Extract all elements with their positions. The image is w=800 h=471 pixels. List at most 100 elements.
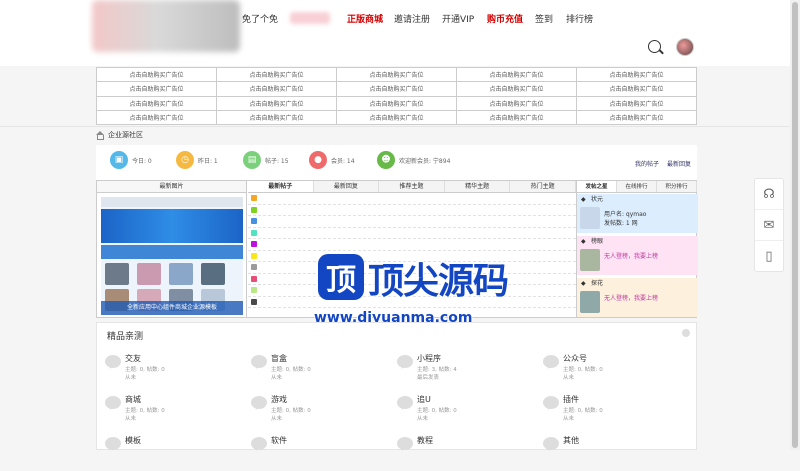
my-posts-link[interactable]: 我的帖子 [635,161,659,168]
post-row[interactable] [248,193,576,205]
headset-icon[interactable]: ☊ [755,179,783,210]
post-row[interactable] [248,216,576,228]
category-name[interactable]: 小程序 [417,353,441,364]
breadcrumb-current[interactable]: 企业源社区 [108,130,143,140]
scrollbar[interactable] [790,0,800,450]
category-name[interactable]: 盲盒 [271,353,287,364]
nav-item-shop[interactable]: 正版商城 [347,12,383,25]
ad-slot[interactable]: 点击自助购买广告位 [217,68,337,83]
chat-bubble-icon [397,355,413,368]
mobile-icon[interactable]: ▯ [755,241,783,272]
nav-item-recharge[interactable]: 购币充值 [487,12,523,25]
stat-welcome-text[interactable]: 欢迎新会员: 宁894 [399,156,450,165]
post-row[interactable] [248,228,576,239]
chat-bubble-icon [543,437,559,450]
category-name[interactable]: 游戏 [271,394,287,405]
category-name[interactable]: 其他 [563,435,579,446]
tab-post-star[interactable]: 发帖之星 [577,181,617,192]
category-name[interactable]: 教程 [417,435,433,446]
category-item[interactable]: 追U 主题: 0, 帖数: 0 从未 [397,394,537,430]
category-item[interactable]: 软件 [251,435,391,471]
ad-slot[interactable]: 点击自助购买广告位 [97,96,217,111]
ad-slot[interactable]: 点击自助购买广告位 [577,110,697,125]
tab-latest-posts[interactable]: 最新帖子 [248,181,314,192]
nav-item-blurred[interactable] [290,12,330,24]
category-name[interactable]: 追U [417,394,431,405]
rank-third-text[interactable]: 无人登榜，我要上榜 [604,294,658,303]
rank-second-text[interactable]: 无人登榜，我要上榜 [604,252,658,261]
image-caption[interactable]: 全新应用中心组件商城企业源模板 [101,301,243,315]
ad-slot[interactable]: 点击自助购买广告位 [217,96,337,111]
ad-slot[interactable]: 点击自助购买广告位 [457,96,577,111]
collapse-icon[interactable] [682,329,690,337]
ad-slot[interactable]: 点击自助购买广告位 [577,82,697,97]
scrollbar-thumb[interactable] [792,2,798,448]
tab-points-rank[interactable]: 积分排行 [657,181,697,192]
category-item[interactable]: 公众号 主题: 0, 帖数: 0 从未 [543,353,683,389]
tab-recommended[interactable]: 推荐主题 [379,181,445,192]
category-name[interactable]: 模板 [125,435,141,446]
search-icon[interactable] [648,40,661,53]
ad-slot[interactable]: 点击自助购买广告位 [337,96,457,111]
ad-slot[interactable]: 点击自助购买广告位 [457,68,577,83]
ad-slot[interactable]: 点击自助购买广告位 [97,68,217,83]
ad-slot[interactable]: 点击自助购买广告位 [337,68,457,83]
category-last: 从未 [563,375,575,381]
chat-bubble-icon [543,396,559,409]
category-item[interactable]: 小程序 主题: 3, 帖数: 4 最后发表 [397,353,537,389]
category-name[interactable]: 公众号 [563,353,587,364]
category-name[interactable]: 插件 [563,394,579,405]
nav-item-vip[interactable]: 开通VIP [442,12,474,25]
tab-latest-replies[interactable]: 最新回复 [313,181,380,192]
rank-first-user[interactable]: 用户名: qymao [604,210,646,219]
ad-slot[interactable]: 点击自助购买广告位 [97,110,217,125]
image-band-banner [101,209,243,243]
category-last: 从未 [125,375,137,381]
rank-first-avatar[interactable] [580,207,600,229]
featured-image[interactable]: 全新应用中心组件商城企业源模板 [101,197,243,315]
category-name[interactable]: 交友 [125,353,141,364]
top-header: 免了个免 正版商城 邀请注册 开通VIP 购币充值 签到 排行榜 [0,0,800,66]
chat-bubble-icon [105,396,121,409]
category-item[interactable]: 交友主题: 0, 帖数: 0 从未 [105,353,245,389]
ad-slot[interactable]: 点击自助购买广告位 [217,110,337,125]
user-icon: ● [309,151,327,169]
site-logo[interactable] [92,0,240,52]
category-item[interactable]: 其他 [543,435,683,471]
wechat-icon[interactable]: ✉ [755,210,783,241]
category-item[interactable]: 插件 主题: 0, 帖数: 0 从未 [543,394,683,430]
ranking-column: 发帖之星 在线排行 积分排行 状元 用户名: qymao 发帖数: 1 网 榜眼… [576,181,698,318]
nav-item-0[interactable]: 免了个免 [242,12,278,25]
ad-slot[interactable]: 点击自助购买广告位 [217,82,337,97]
category-item[interactable]: 游戏主题: 0, 帖数: 0 从未 [251,394,391,430]
tab-hot[interactable]: 热门主题 [510,181,576,192]
post-row[interactable] [248,205,576,216]
category-item[interactable]: 盲盒 主题: 0, 帖数: 0 从未 [251,353,391,389]
ad-slot[interactable]: 点击自助购买广告位 [337,82,457,97]
avatar[interactable] [676,38,694,56]
home-icon[interactable] [95,131,104,140]
post-row[interactable] [248,239,576,251]
ad-slot[interactable]: 点击自助购买广告位 [337,110,457,125]
ad-slot[interactable]: 点击自助购买广告位 [577,96,697,111]
tab-online-rank[interactable]: 在线排行 [617,181,657,192]
category-item[interactable]: 模板 [105,435,245,471]
nav-item-invite[interactable]: 邀请注册 [394,12,430,25]
category-name[interactable]: 软件 [271,435,287,446]
category-stats: 主题: 0, 帖数: 0 [125,367,165,373]
tab-featured[interactable]: 精华主题 [444,181,511,192]
ad-slot[interactable]: 点击自助购买广告位 [457,110,577,125]
category-item[interactable]: 教程 [397,435,537,471]
category-item[interactable]: 商城 主题: 0, 帖数: 0 从未 [105,394,245,430]
image-column-header[interactable]: 最新图片 [97,181,246,193]
nav-item-ranking[interactable]: 排行榜 [566,12,593,25]
category-meta: 主题: 0, 帖数: 0 从未 [271,407,311,423]
clock-icon: ◷ [176,151,194,169]
nav-item-checkin[interactable]: 签到 [535,12,553,25]
rank-second: 榜眼 无人登榜，我要上榜 [577,236,698,275]
ad-slot[interactable]: 点击自助购买广告位 [457,82,577,97]
ad-slot[interactable]: 点击自助购买广告位 [97,82,217,97]
latest-reply-link[interactable]: 最新回复 [667,161,691,168]
category-name[interactable]: 商城 [125,394,141,405]
ad-slot[interactable]: 点击自助购买广告位 [577,68,697,83]
